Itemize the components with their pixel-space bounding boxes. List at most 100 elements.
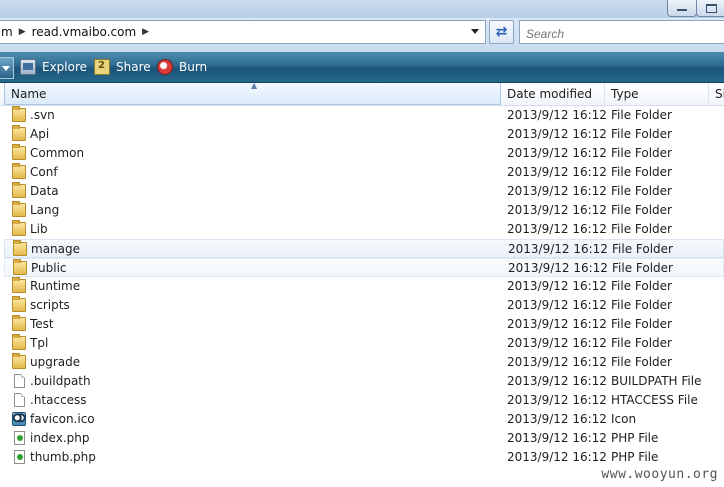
breadcrumb-chevron-icon[interactable]: ▶ xyxy=(19,27,26,37)
explore-label: Explore xyxy=(42,60,88,74)
column-header-type-label: Type xyxy=(611,87,639,101)
refresh-icon: ⇄ xyxy=(495,24,508,40)
file-date-modified: 2013/9/12 16:12 xyxy=(508,261,608,275)
ico-icon xyxy=(12,412,26,426)
address-bar[interactable]: m ▶ read.vmaibo.com ▶ xyxy=(0,20,486,44)
folder-icon xyxy=(12,277,26,293)
file-row[interactable]: Tpl 2013/9/12 16:12 File Folder xyxy=(4,334,724,353)
file-row[interactable]: .htaccess 2013/9/12 16:12 HTACCESS File xyxy=(4,391,724,410)
column-header-size-label: Si xyxy=(715,87,724,101)
file-row[interactable]: index.php 2013/9/12 16:12 PHP File xyxy=(4,429,724,448)
address-dropdown-icon[interactable] xyxy=(471,29,479,34)
file-row[interactable]: Lang 2013/9/12 16:12 File Folder xyxy=(4,201,724,220)
file-row[interactable]: scripts 2013/9/12 16:12 File Folder xyxy=(4,296,724,315)
column-header-name-label: Name xyxy=(11,87,47,101)
file-name: Lib xyxy=(30,222,48,236)
file-row[interactable]: Test 2013/9/12 16:12 File Folder xyxy=(4,315,724,334)
file-type: File Folder xyxy=(612,242,673,256)
file-type: HTACCESS File xyxy=(611,393,698,407)
file-row[interactable]: favicon.ico 2013/9/12 16:12 Icon xyxy=(4,410,724,429)
file-name: Conf xyxy=(30,165,58,179)
file-row[interactable]: thumb.php 2013/9/12 16:12 PHP File xyxy=(4,448,724,467)
file-date-modified: 2013/9/12 16:12 xyxy=(507,279,607,293)
breadcrumb-item[interactable]: m xyxy=(1,25,13,39)
search-input[interactable] xyxy=(519,20,724,44)
file-name: Public xyxy=(31,261,67,275)
file-name: favicon.ico xyxy=(30,412,95,426)
folder-icon xyxy=(12,106,26,122)
file-name: Lang xyxy=(30,203,60,217)
file-type: File Folder xyxy=(611,298,672,312)
file-date-modified: 2013/9/12 16:12 xyxy=(507,374,607,388)
burn-button[interactable]: Burn xyxy=(157,57,207,77)
address-row: m ▶ read.vmaibo.com ▶ ⇄ xyxy=(0,18,724,52)
file-row[interactable]: manage 2013/9/12 16:12 File Folder xyxy=(4,239,724,258)
file-row[interactable]: Lib 2013/9/12 16:12 File Folder xyxy=(4,220,724,239)
folder-icon xyxy=(12,296,26,312)
file-type: File Folder xyxy=(612,261,673,275)
watermark: www.wooyun.org xyxy=(599,467,720,482)
file-date-modified: 2013/9/12 16:12 xyxy=(507,165,607,179)
sort-ascending-icon: ▲ xyxy=(251,81,258,90)
folder-icon xyxy=(12,182,26,198)
file-date-modified: 2013/9/12 16:12 xyxy=(507,108,607,122)
folder-icon xyxy=(12,315,26,331)
title-bar xyxy=(0,0,724,18)
folder-icon xyxy=(12,163,26,179)
file-date-modified: 2013/9/12 16:12 xyxy=(507,317,607,331)
file-row[interactable]: Common 2013/9/12 16:12 File Folder xyxy=(4,144,724,163)
maximize-button[interactable] xyxy=(696,0,724,17)
file-date-modified: 2013/9/12 16:12 xyxy=(507,222,607,236)
share-icon xyxy=(94,59,110,75)
file-date-modified: 2013/9/12 16:12 xyxy=(507,450,607,464)
file-date-modified: 2013/9/12 16:12 xyxy=(507,336,607,350)
file-name: Runtime xyxy=(30,279,81,293)
file-row[interactable]: Public 2013/9/12 16:12 File Folder xyxy=(4,258,724,277)
burn-label: Burn xyxy=(179,60,208,74)
file-type: File Folder xyxy=(611,108,672,122)
file-type: File Folder xyxy=(611,336,672,350)
file-type: PHP File xyxy=(611,431,659,445)
file-name: .htaccess xyxy=(30,393,87,407)
breadcrumb-item[interactable]: read.vmaibo.com xyxy=(32,25,137,39)
file-row[interactable]: upgrade 2013/9/12 16:12 File Folder xyxy=(4,353,724,372)
explore-button[interactable]: Explore xyxy=(20,57,87,77)
file-date-modified: 2013/9/12 16:12 xyxy=(507,355,607,369)
folder-icon xyxy=(12,144,26,160)
file-row[interactable]: Conf 2013/9/12 16:12 File Folder xyxy=(4,163,724,182)
share-label: Share xyxy=(116,60,151,74)
file-date-modified: 2013/9/12 16:12 xyxy=(507,431,607,445)
file-type: File Folder xyxy=(611,279,672,293)
file-type: File Folder xyxy=(611,165,672,179)
file-type: File Folder xyxy=(611,146,672,160)
file-row[interactable]: Runtime 2013/9/12 16:12 File Folder xyxy=(4,277,724,296)
share-button[interactable]: Share xyxy=(94,57,151,77)
folder-icon xyxy=(12,334,26,350)
minimize-button[interactable] xyxy=(667,0,697,17)
file-row[interactable]: .buildpath 2013/9/12 16:12 BUILDPATH File xyxy=(4,372,724,391)
file-icon xyxy=(14,374,25,388)
column-header-date-label: Date modified xyxy=(507,87,593,101)
file-list: .svn 2013/9/12 16:12 File Folder Api 2013/9/… xyxy=(0,106,724,487)
file-row[interactable]: .svn 2013/9/12 16:12 File Folder xyxy=(4,106,724,125)
refresh-button[interactable]: ⇄ xyxy=(489,20,514,44)
column-header-size[interactable]: Si xyxy=(709,83,724,105)
file-name: Api xyxy=(30,127,50,141)
organize-dropdown-button[interactable] xyxy=(0,57,14,79)
column-header-type[interactable]: Type xyxy=(605,83,709,105)
file-type: File Folder xyxy=(611,184,672,198)
file-type: File Folder xyxy=(611,127,672,141)
file-name: manage xyxy=(31,242,81,256)
php-file-icon xyxy=(14,431,25,445)
file-date-modified: 2013/9/12 16:12 xyxy=(507,412,607,426)
file-date-modified: 2013/9/12 16:12 xyxy=(507,127,607,141)
folder-icon xyxy=(13,240,27,256)
column-headers: ▲ Name Date modified Type Si xyxy=(0,81,724,106)
breadcrumb-chevron-icon[interactable]: ▶ xyxy=(142,27,149,37)
file-row[interactable]: Data 2013/9/12 16:12 File Folder xyxy=(4,182,724,201)
file-name: Data xyxy=(30,184,59,198)
file-type: File Folder xyxy=(611,317,672,331)
file-row[interactable]: Api 2013/9/12 16:12 File Folder xyxy=(4,125,724,144)
column-header-date-modified[interactable]: Date modified xyxy=(501,83,605,105)
column-header-name[interactable]: ▲ Name xyxy=(4,81,501,105)
